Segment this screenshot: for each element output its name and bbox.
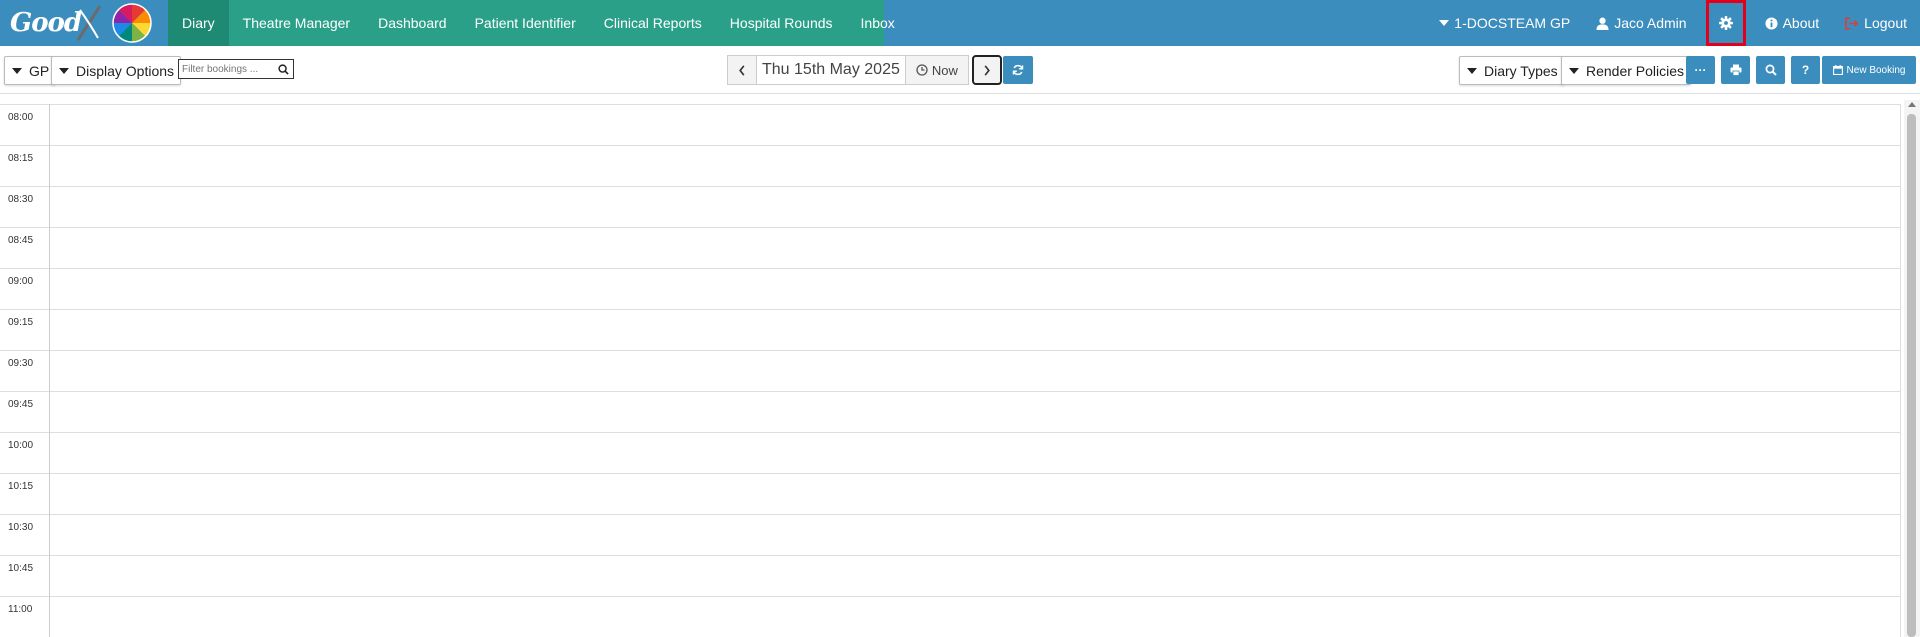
- slot-time: 09:00: [8, 276, 34, 287]
- slot-time: 10:15: [8, 481, 34, 492]
- about-link[interactable]: About: [1752, 0, 1833, 46]
- time-slot[interactable]: 09:00: [0, 268, 1901, 309]
- new-booking-label: New Booking: [1846, 64, 1906, 76]
- slot-time: 08:15: [8, 153, 34, 164]
- display-options-dropdown[interactable]: Display Options: [51, 56, 182, 85]
- time-slot[interactable]: 08:45: [0, 227, 1901, 268]
- color-wheel-icon: [112, 3, 152, 43]
- more-label: ···: [1694, 63, 1707, 77]
- render-policies-label: Render Policies: [1586, 62, 1685, 79]
- caret-down-icon: [1467, 67, 1477, 74]
- scroll-up-arrow-icon[interactable]: [1908, 102, 1916, 107]
- nav-right: 1-DOCSTEAM GP Jaco Admin About Logout: [1426, 0, 1920, 46]
- diary-types-label: Diary Types: [1484, 62, 1558, 79]
- chevron-right-icon: [984, 64, 990, 76]
- user-name: Jaco Admin: [1614, 15, 1687, 31]
- refresh-icon: [1012, 64, 1024, 76]
- logo-x-icon: [76, 5, 102, 41]
- slot-time: 11:00: [8, 604, 33, 615]
- top-nav: Good Diary Theatre Manager Dashboard Pat…: [0, 0, 1920, 46]
- help-button[interactable]: ?: [1791, 56, 1820, 84]
- slot-time: 08:45: [8, 235, 34, 246]
- logout-icon: [1845, 16, 1859, 30]
- diary-types-dropdown[interactable]: Diary Types: [1459, 56, 1565, 85]
- gp-dropdown[interactable]: GP: [4, 56, 57, 85]
- filter-bookings-input[interactable]: [179, 60, 275, 78]
- search-icon: [1765, 64, 1777, 76]
- vertical-scrollbar[interactable]: [1904, 100, 1920, 637]
- more-options-button[interactable]: ···: [1686, 56, 1715, 84]
- main-menu: Diary Theatre Manager Dashboard Patient …: [168, 0, 909, 46]
- help-label: ?: [1801, 63, 1810, 77]
- grid-right-border: [1900, 104, 1901, 637]
- slot-time: 09:30: [8, 358, 34, 369]
- time-slot[interactable]: 10:15: [0, 473, 1901, 514]
- print-button[interactable]: [1721, 56, 1750, 84]
- time-slot[interactable]: 08:15: [0, 145, 1901, 186]
- about-label: About: [1782, 15, 1820, 31]
- refresh-button[interactable]: [1003, 56, 1033, 84]
- diary-grid[interactable]: 08:00 08:15 08:30 08:45 09:00 09:15 09:3…: [0, 104, 1901, 637]
- print-icon: [1730, 64, 1741, 76]
- logo-text: Good: [10, 8, 82, 38]
- nav-item-clinical-reports[interactable]: Clinical Reports: [590, 0, 716, 46]
- display-options-label: Display Options: [76, 62, 175, 79]
- slot-time: 10:30: [8, 522, 34, 533]
- new-booking-button[interactable]: New Booking: [1822, 56, 1916, 84]
- filter-bookings: [178, 59, 294, 79]
- caret-down-icon: [1569, 67, 1579, 74]
- search-button[interactable]: [1756, 56, 1785, 84]
- settings-button[interactable]: [1705, 0, 1746, 46]
- now-button[interactable]: Now: [905, 55, 969, 85]
- scrollbar-thumb[interactable]: [1907, 114, 1916, 637]
- nav-item-patient-identifier[interactable]: Patient Identifier: [461, 0, 590, 46]
- practice-dropdown[interactable]: 1-DOCSTEAM GP: [1426, 0, 1583, 46]
- time-slot[interactable]: 09:30: [0, 350, 1901, 391]
- caret-down-icon: [59, 67, 69, 74]
- user-menu[interactable]: Jaco Admin: [1583, 0, 1699, 46]
- nav-item-inbox[interactable]: Inbox: [847, 0, 909, 46]
- nav-item-hospital-rounds[interactable]: Hospital Rounds: [716, 0, 847, 46]
- slot-time: 08:30: [8, 194, 34, 205]
- slot-time: 10:00: [8, 440, 34, 451]
- slot-time: 08:00: [8, 112, 34, 123]
- time-slot[interactable]: 11:00: [0, 596, 1901, 637]
- time-column-divider: [49, 104, 50, 637]
- time-slot[interactable]: 08:00: [0, 104, 1901, 145]
- gear-icon: [1718, 16, 1733, 30]
- time-slot[interactable]: 09:15: [0, 309, 1901, 350]
- gp-label: GP: [29, 62, 50, 79]
- nav-item-diary[interactable]: Diary: [168, 0, 229, 46]
- date-navigator: Thu 15th May 2025 Now: [727, 55, 1002, 85]
- search-icon[interactable]: [275, 60, 291, 78]
- time-slot[interactable]: 10:30: [0, 514, 1901, 555]
- logout-link[interactable]: Logout: [1832, 0, 1920, 46]
- goodx-logo[interactable]: Good: [0, 0, 168, 46]
- time-slot[interactable]: 08:30: [0, 186, 1901, 227]
- nav-item-theatre-manager[interactable]: Theatre Manager: [229, 0, 364, 46]
- caret-down-icon: [12, 67, 22, 74]
- slot-time: 09:15: [8, 317, 34, 328]
- current-date[interactable]: Thu 15th May 2025: [757, 55, 906, 85]
- user-icon: [1596, 17, 1609, 30]
- previous-day-button[interactable]: [727, 55, 757, 85]
- chevron-left-icon: [739, 64, 745, 76]
- logout-label: Logout: [1864, 15, 1907, 31]
- time-slot[interactable]: 09:45: [0, 391, 1901, 432]
- diary-toolbar: GP Display Options Thu 15th May 2025 Now: [0, 46, 1920, 94]
- slot-time: 10:45: [8, 563, 34, 574]
- clock-icon: [916, 64, 928, 76]
- slot-time: 09:45: [8, 399, 34, 410]
- practice-label: 1-DOCSTEAM GP: [1454, 15, 1571, 31]
- next-day-button[interactable]: [971, 55, 1002, 85]
- now-label: Now: [931, 62, 958, 78]
- calendar-icon: [1832, 65, 1843, 75]
- time-slot[interactable]: 10:00: [0, 432, 1901, 473]
- info-icon: [1765, 16, 1778, 30]
- nav-item-dashboard[interactable]: Dashboard: [364, 0, 461, 46]
- caret-down-icon: [1439, 20, 1450, 26]
- render-policies-dropdown[interactable]: Render Policies: [1561, 56, 1692, 85]
- time-slot[interactable]: 10:45: [0, 555, 1901, 596]
